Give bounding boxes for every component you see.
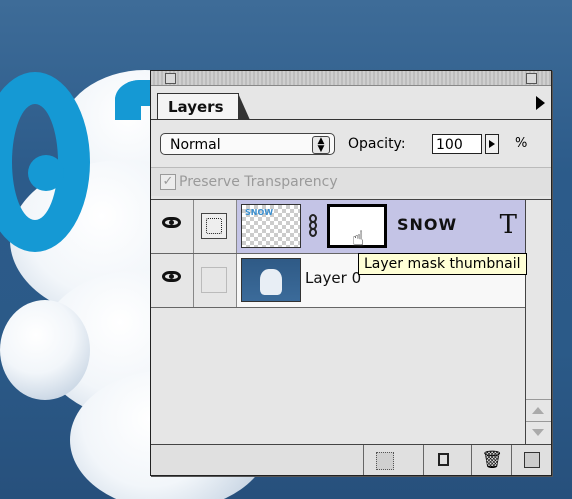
add-mask-button[interactable] [363, 445, 404, 475]
layer-content-snow[interactable]: SNOW SNOW T [237, 200, 525, 253]
type-layer-icon: T [499, 210, 517, 240]
snow-clump [0, 300, 90, 400]
chain-link-icon[interactable] [309, 214, 318, 237]
close-box-icon[interactable] [165, 73, 176, 84]
palette-titlebar[interactable] [151, 71, 551, 86]
scroll-down-arrow-icon[interactable] [526, 421, 551, 444]
palette-bottom-bar: 🗑 [151, 444, 551, 475]
layer-thumbnail[interactable] [241, 258, 301, 302]
opacity-input[interactable]: 100 [432, 134, 482, 154]
layer-thumbnail[interactable]: SNOW [241, 204, 301, 248]
opacity-slider-arrow-icon[interactable] [485, 134, 499, 154]
layer-list: SNOW SNOW T Layer 0 [151, 199, 525, 444]
blend-mode-value: Normal [170, 137, 221, 153]
edit-mode-cell[interactable] [194, 254, 237, 307]
visibility-toggle[interactable] [151, 254, 194, 307]
preserve-transparency-row: ✓ Preserve Transparency [151, 167, 551, 196]
layer-name: SNOW [397, 215, 458, 234]
blend-controls: Normal ▲ ▼ Opacity: 100 % [151, 127, 551, 159]
opacity-label: Opacity: [348, 136, 406, 152]
blend-mode-select[interactable]: Normal ▲ ▼ [160, 133, 335, 155]
tooltip: Layer mask thumbnail [358, 253, 527, 275]
edit-mode-cell[interactable] [194, 200, 237, 253]
preserve-transparency-checkbox[interactable]: ✓ [160, 174, 176, 190]
new-layer-button[interactable] [423, 445, 464, 475]
stepper-arrows-icon[interactable]: ▲ ▼ [312, 136, 330, 154]
trash-icon[interactable]: 🗑 [471, 445, 512, 475]
palette-menu-arrow-icon[interactable] [536, 96, 545, 110]
large-blue-letter-dot [28, 155, 64, 191]
layer-row-snow[interactable]: SNOW SNOW T [151, 200, 525, 254]
pointing-hand-cursor: ☝ [352, 226, 365, 250]
layer-list-scrollbar[interactable] [525, 199, 551, 444]
preserve-transparency-label: Preserve Transparency [179, 174, 338, 190]
eye-icon [162, 217, 181, 228]
layer-name: Layer 0 [305, 269, 362, 287]
grow-box-icon[interactable] [511, 445, 550, 475]
scroll-up-arrow-icon[interactable] [526, 399, 551, 422]
eye-icon [162, 271, 181, 282]
edit-mode-empty [201, 267, 227, 293]
visibility-toggle[interactable] [151, 200, 194, 253]
opacity-unit: % [515, 136, 528, 151]
tab-layers[interactable]: Layers [157, 93, 249, 120]
zoom-box-icon[interactable] [526, 73, 537, 84]
thumbnail-text: SNOW [245, 208, 274, 217]
mask-edit-icon [201, 213, 227, 239]
tab-divider [151, 119, 551, 120]
